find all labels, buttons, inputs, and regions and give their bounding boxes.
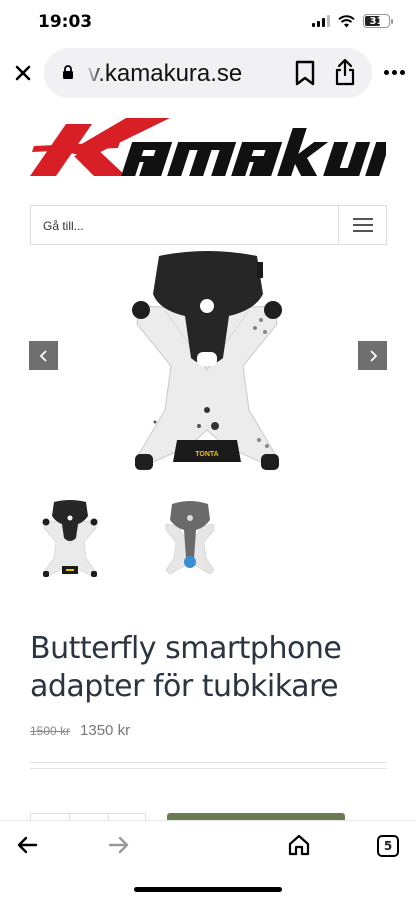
battery-icon: 31 bbox=[363, 14, 393, 28]
browser-toolbar: 5 bbox=[0, 820, 416, 900]
forward-arrow-icon bbox=[108, 836, 129, 854]
price-new: 1350 kr bbox=[80, 722, 131, 739]
kamakura-logo[interactable] bbox=[30, 118, 386, 180]
thumbnail-gray-adapter[interactable] bbox=[160, 498, 220, 578]
status-bar: 19:03 31 bbox=[0, 0, 416, 46]
bookmark-button[interactable] bbox=[294, 60, 316, 91]
cellular-signal-icon bbox=[312, 15, 330, 27]
share-button[interactable] bbox=[334, 58, 356, 91]
more-icon bbox=[384, 70, 389, 75]
price-row: 1500 kr 1350 kr bbox=[30, 722, 130, 739]
battery-label: 31 bbox=[369, 15, 384, 27]
bookmark-icon bbox=[295, 60, 315, 86]
gallery-next-button[interactable] bbox=[358, 341, 387, 370]
url-bar[interactable]: v.kamakura.se bbox=[44, 48, 372, 98]
more-button[interactable] bbox=[384, 70, 405, 75]
back-arrow-icon bbox=[17, 836, 38, 854]
tabs-button[interactable]: 5 bbox=[377, 835, 399, 857]
gallery-prev-button[interactable] bbox=[29, 341, 58, 370]
close-button[interactable] bbox=[12, 62, 34, 84]
goto-label: Gå till... bbox=[43, 219, 84, 233]
close-icon bbox=[15, 65, 31, 81]
back-button[interactable] bbox=[16, 835, 38, 860]
home-indicator bbox=[134, 887, 282, 892]
status-icons: 31 bbox=[312, 14, 393, 28]
share-icon bbox=[335, 58, 355, 86]
forward-button[interactable] bbox=[108, 835, 130, 860]
adapter-badge-text: TONTA bbox=[195, 451, 218, 458]
home-icon bbox=[288, 834, 310, 856]
chevron-right-icon bbox=[369, 349, 377, 362]
chevron-left-icon bbox=[39, 349, 47, 362]
divider bbox=[30, 768, 387, 769]
wifi-icon bbox=[338, 14, 355, 27]
url-fade bbox=[84, 56, 104, 90]
status-time: 19:03 bbox=[38, 12, 93, 32]
lock-icon bbox=[63, 65, 73, 79]
goto-menu-select[interactable]: Gå till... bbox=[30, 205, 387, 245]
tabs-count: 5 bbox=[383, 839, 393, 853]
hamburger-menu-icon bbox=[352, 218, 373, 220]
price-old: 1500 kr bbox=[30, 724, 71, 738]
product-title: Butterfly smartphone adapter för tubkika… bbox=[30, 631, 342, 704]
product-gallery: TONTA bbox=[0, 250, 416, 480]
url-text[interactable]: v.kamakura.se bbox=[88, 60, 273, 88]
home-button[interactable] bbox=[287, 833, 311, 862]
thumbnail-black-adapter[interactable] bbox=[40, 498, 100, 578]
product-main-image[interactable]: TONTA bbox=[125, 250, 290, 478]
gallery-thumbnails bbox=[40, 498, 220, 578]
menu-toggle-button[interactable] bbox=[338, 206, 386, 244]
divider bbox=[30, 762, 387, 763]
